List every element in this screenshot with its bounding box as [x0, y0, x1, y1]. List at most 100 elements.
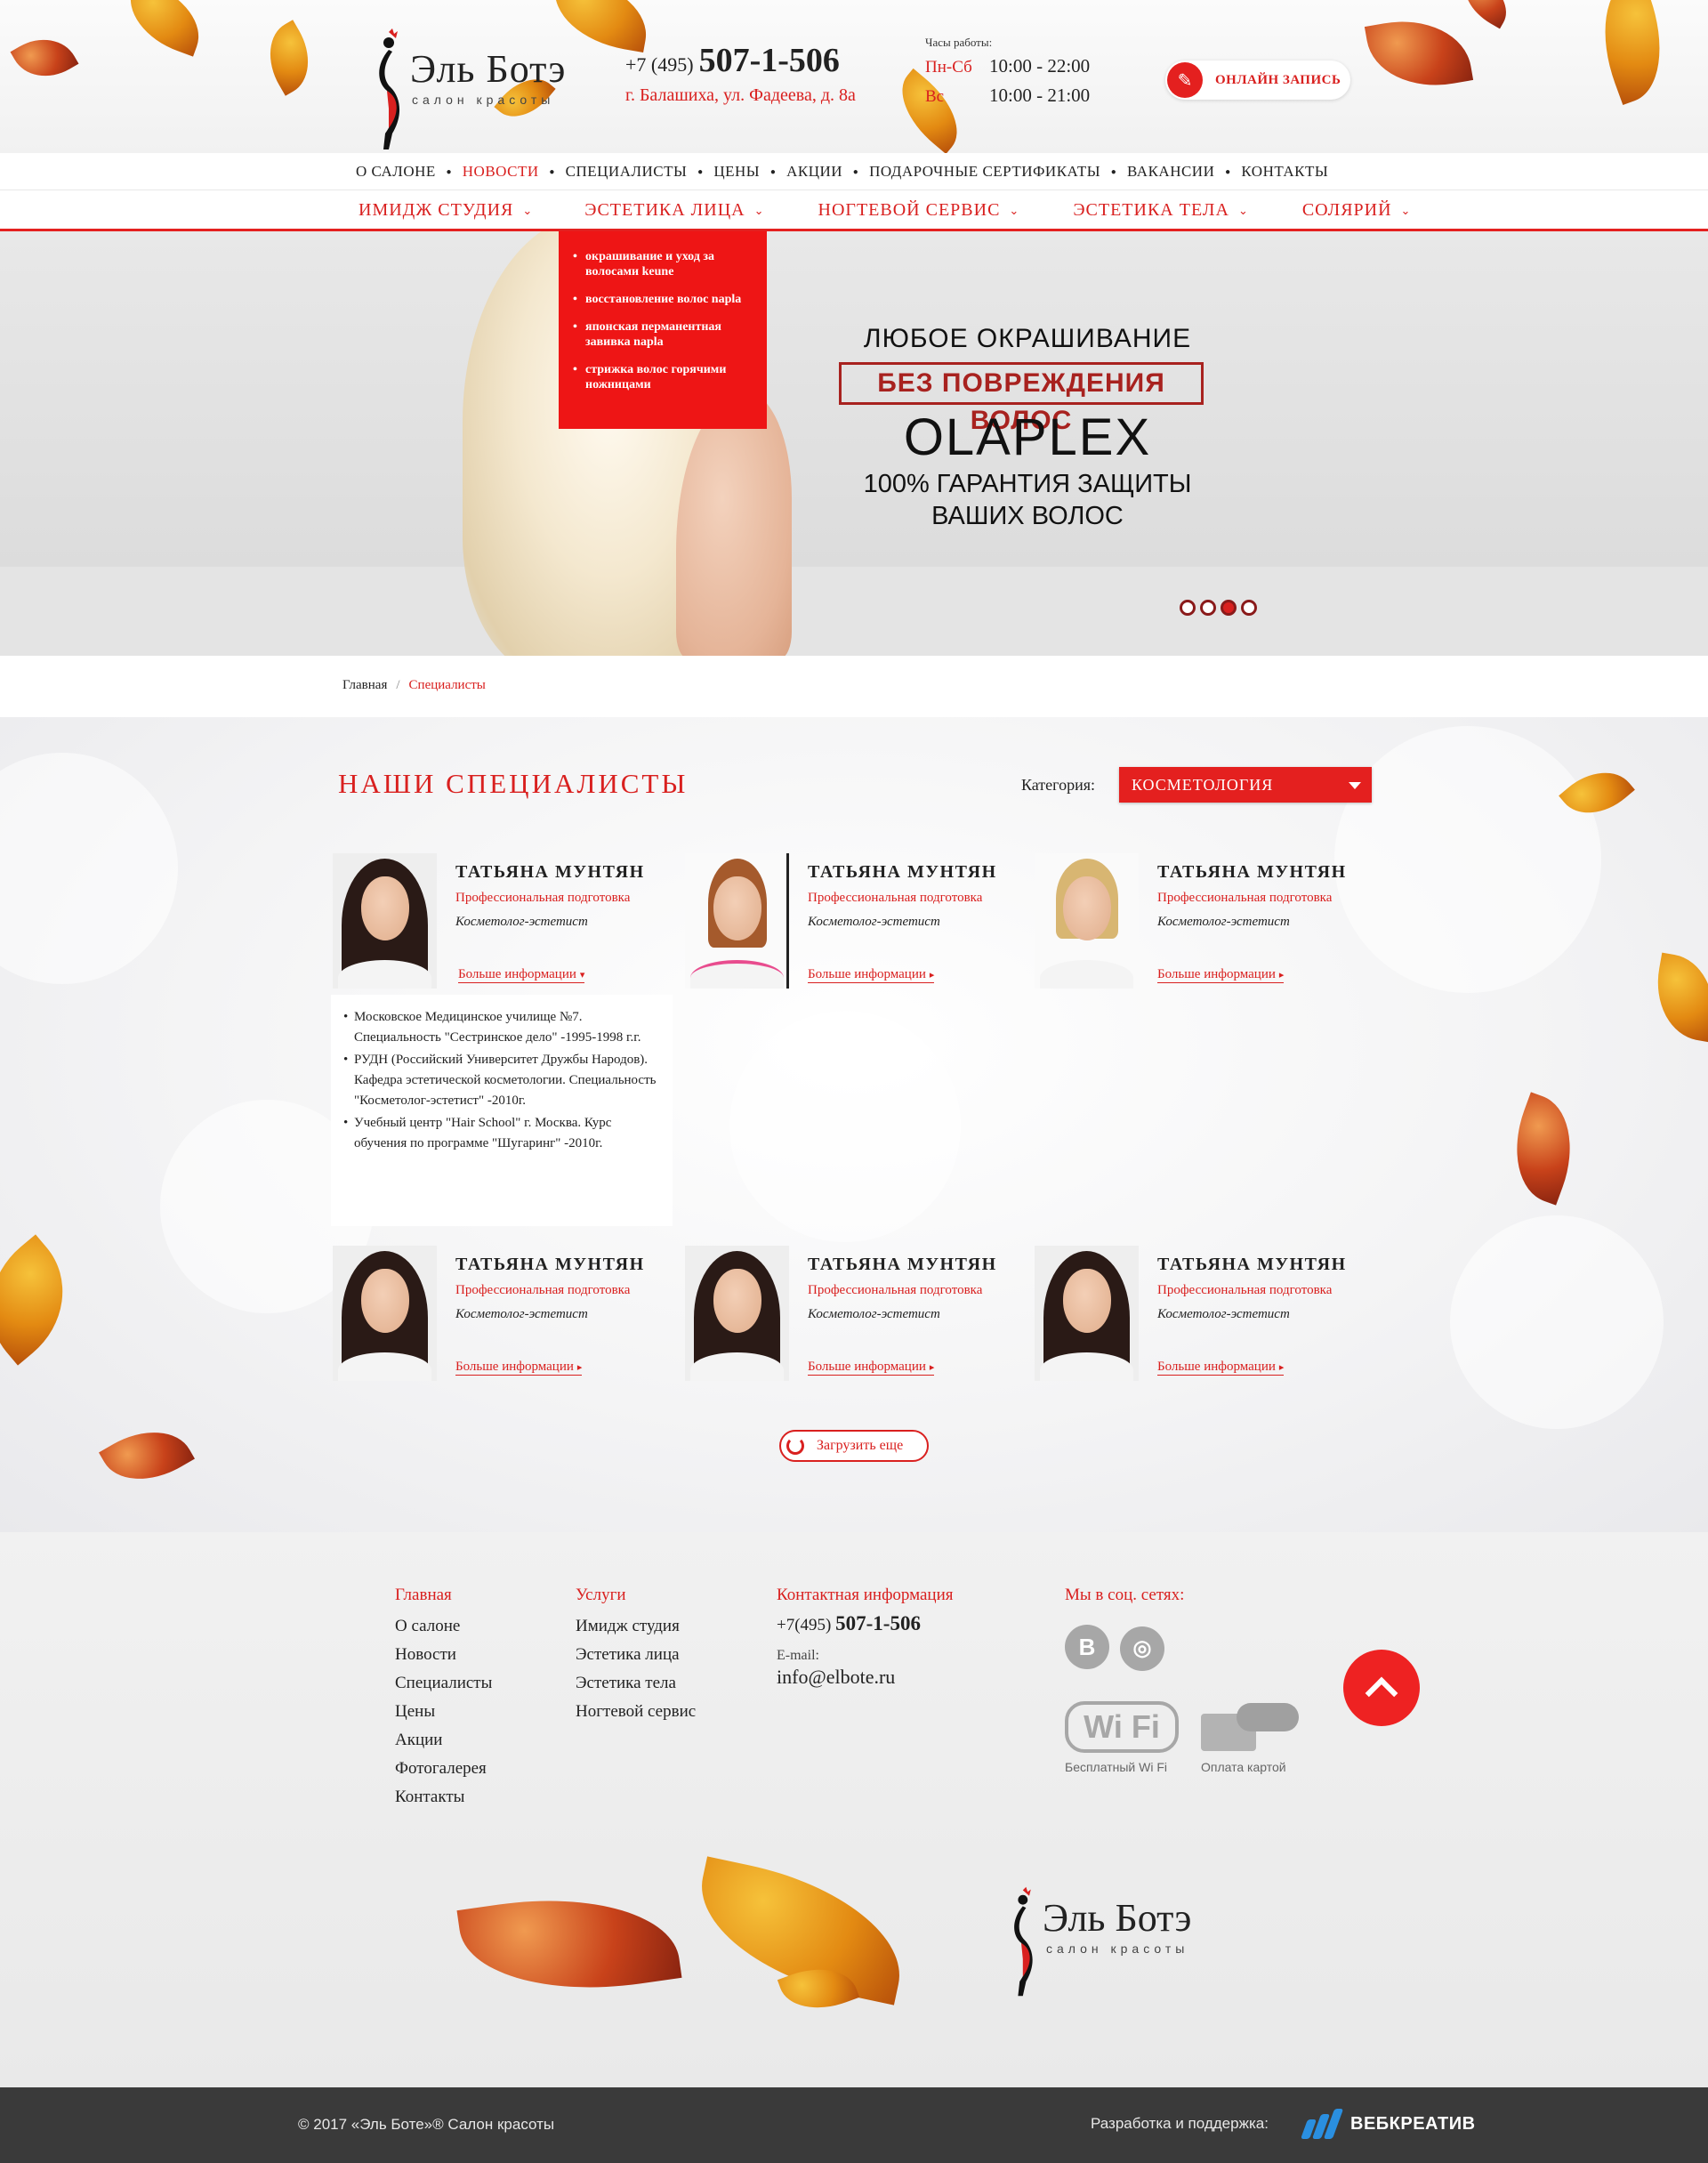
footer-link[interactable]: Цены — [395, 1698, 492, 1726]
section-title: НАШИ СПЕЦИАЛИСТЫ — [338, 768, 689, 799]
services-item-nails[interactable]: НОГТЕВОЙ СЕРВИС ⌄ — [818, 200, 1020, 221]
load-more-button[interactable]: Загрузить еще — [779, 1430, 929, 1462]
services-item-face[interactable]: ЭСТЕТИКА ЛИЦА ⌄ — [584, 200, 764, 221]
logo-figure-icon — [1014, 1886, 1033, 1997]
nav-item-vacancies[interactable]: ВАКАНСИИ — [1127, 163, 1214, 181]
services-item-solarium[interactable]: СОЛЯРИЙ ⌄ — [1302, 200, 1412, 221]
footer-link-services[interactable]: Услуги — [576, 1586, 696, 1605]
slider-dot[interactable] — [1180, 600, 1196, 616]
photo-shirt — [338, 1352, 431, 1381]
more-info-label: Больше информации — [1157, 1360, 1276, 1374]
developer-name: ВЕБКРЕАТИВ — [1350, 2113, 1476, 2134]
specialist-prep-link[interactable]: Профессиональная подготовка — [1157, 891, 1332, 906]
bio-item: РУДН (Российский Университет Дружбы Наро… — [343, 1050, 660, 1111]
specialist-prep-link[interactable]: Профессиональная подготовка — [455, 1283, 630, 1298]
main-nav: О САЛОНЕ ● НОВОСТИ ● СПЕЦИАЛИСТЫ ● ЦЕНЫ … — [0, 153, 1708, 190]
nav-item-contacts[interactable]: КОНТАКТЫ — [1241, 163, 1328, 181]
logo-figure-icon — [379, 28, 400, 149]
breadcrumb-current: Специалисты — [408, 678, 486, 692]
footer: Главная О салоне Новости Специалисты Цен… — [0, 1532, 1708, 2087]
nav-item-news[interactable]: НОВОСТИ — [463, 163, 539, 181]
specialist-prep-link[interactable]: Профессиональная подготовка — [808, 1283, 982, 1298]
footer-link[interactable]: О салоне — [395, 1612, 492, 1641]
scroll-to-top-button[interactable] — [1343, 1650, 1420, 1726]
dropdown-item[interactable]: окрашивание и уход за волосами keune — [573, 249, 758, 279]
developer-logo[interactable]: ВЕБКРЕАТИВ — [1300, 2109, 1476, 2139]
services-item-label: ЭСТЕТИКА ЛИЦА — [584, 200, 745, 220]
autumn-leaf — [1497, 1092, 1590, 1206]
more-info-link[interactable]: Больше информации ▾ — [458, 967, 585, 983]
nav-separator: ● — [549, 166, 555, 177]
specialist-card: ТАТЬЯНА МУНТЯН Профессиональная подготов… — [333, 853, 680, 989]
footer-col-social: Мы в соц. сетях: В ◎ — [1065, 1586, 1184, 1671]
vk-icon[interactable]: В — [1065, 1625, 1109, 1669]
specialist-photo — [1035, 1246, 1139, 1381]
slider-dot[interactable] — [1200, 600, 1216, 616]
footer-email[interactable]: info@elbote.ru — [777, 1666, 954, 1689]
chevron-down-icon: ⌄ — [1009, 203, 1020, 217]
services-item-body[interactable]: ЭСТЕТИКА ТЕЛА ⌄ — [1073, 200, 1249, 221]
services-item-label: СОЛЯРИЙ — [1301, 200, 1392, 220]
dropdown-item[interactable]: японская перманентная завивка napla — [573, 319, 758, 350]
breadcrumb-home[interactable]: Главная — [342, 678, 387, 692]
autumn-leaf — [254, 20, 325, 96]
specialist-prep-link[interactable]: Профессиональная подготовка — [1157, 1283, 1332, 1298]
instagram-icon[interactable]: ◎ — [1120, 1626, 1164, 1671]
services-item-image-studio[interactable]: ИМИДЖ СТУДИЯ ⌄ — [359, 200, 533, 221]
specialist-card: ТАТЬЯНА МУНТЯН Профессиональная подготов… — [1035, 853, 1382, 989]
header-phone[interactable]: +7 (495) 507-1-506 — [625, 41, 840, 80]
footer-link[interactable]: Ногтевой сервис — [576, 1698, 696, 1726]
nav-item-specialists[interactable]: СПЕЦИАЛИСТЫ — [566, 163, 688, 181]
breadcrumb: Главная / Специалисты — [342, 678, 486, 693]
more-info-link[interactable]: Больше информации ▸ — [1157, 967, 1285, 983]
footer-social-heading: Мы в соц. сетях: — [1065, 1586, 1185, 1604]
specialist-prep-link[interactable]: Профессиональная подготовка — [808, 891, 982, 906]
load-more-label: Загрузить еще — [817, 1438, 904, 1453]
chevron-down-icon: ⌄ — [1400, 203, 1412, 217]
nav-item-gift-cards[interactable]: ПОДАРОЧНЫЕ СЕРТИФИКАТЫ — [869, 163, 1100, 181]
slider-dot[interactable] — [1241, 600, 1257, 616]
footer-link-home[interactable]: Главная — [395, 1586, 492, 1605]
triangle-down-icon: ▾ — [579, 970, 585, 981]
photo-shirt — [690, 960, 784, 989]
specialist-role: Косметолог-эстетист — [1157, 915, 1290, 929]
footer-phone[interactable]: +7(495) 507-1-506 — [777, 1612, 954, 1635]
nav-item-prices[interactable]: ЦЕНЫ — [713, 163, 760, 181]
photo-face — [361, 876, 409, 940]
footer-link[interactable]: Фотогалерея — [395, 1755, 492, 1783]
photo-face — [713, 876, 761, 940]
more-info-link[interactable]: Больше информации ▸ — [455, 1360, 583, 1376]
specialist-name: ТАТЬЯНА МУНТЯН — [455, 1255, 645, 1274]
footer-link[interactable]: Специалисты — [395, 1669, 492, 1698]
nav-item-about[interactable]: О САЛОНЕ — [356, 163, 436, 181]
specialist-role: Косметолог-эстетист — [455, 1307, 588, 1321]
more-info-label: Больше информации — [455, 1360, 574, 1374]
autumn-leaf — [1364, 10, 1474, 97]
footer-logo[interactable]: Эль Ботэ салон красоты — [1005, 1870, 1228, 2013]
specialist-photo — [1035, 853, 1139, 989]
phone-code: +7 (495) — [625, 53, 694, 76]
hero-slider: ЛЮБОЕ ОКРАШИВАНИЕ БЕЗ ПОВРЕЖДЕНИЯ ВОЛОС … — [0, 231, 1708, 656]
nav-item-promos[interactable]: АКЦИИ — [786, 163, 842, 181]
footer-link[interactable]: Акции — [395, 1726, 492, 1755]
header: Эль Ботэ салон красоты +7 (495) 507-1-506… — [0, 0, 1708, 153]
logo[interactable]: Эль Ботэ салон красоты — [369, 28, 592, 153]
specialist-prep-link[interactable]: Профессиональная подготовка — [455, 891, 630, 906]
footer-link[interactable]: Новости — [395, 1641, 492, 1669]
photo-shirt — [690, 1352, 784, 1381]
dropdown-item[interactable]: восстановление волос napla — [573, 292, 758, 307]
category-select[interactable]: КОСМЕТОЛОГИЯ — [1119, 767, 1372, 803]
footer-link[interactable]: Имидж студия — [576, 1612, 696, 1641]
more-info-link[interactable]: Больше информации ▸ — [808, 1360, 935, 1376]
more-info-link[interactable]: Больше информации ▸ — [1157, 1360, 1285, 1376]
online-booking-button[interactable]: ✎ ОНЛАЙН ЗАПИСЬ — [1165, 61, 1350, 100]
bio-item: Учебный центр "Hair School" г. Москва. К… — [343, 1113, 660, 1154]
footer-link[interactable]: Контакты — [395, 1783, 492, 1812]
more-info-link[interactable]: Больше информации ▸ — [808, 967, 935, 983]
bokeh — [0, 753, 178, 984]
footer-link[interactable]: Эстетика тела — [576, 1669, 696, 1698]
footer-email-label: E-mail: — [777, 1648, 819, 1663]
footer-link[interactable]: Эстетика лица — [576, 1641, 696, 1669]
dropdown-item[interactable]: стрижка волос горячими ножницами — [573, 362, 758, 392]
slider-dot-active[interactable] — [1221, 600, 1237, 616]
